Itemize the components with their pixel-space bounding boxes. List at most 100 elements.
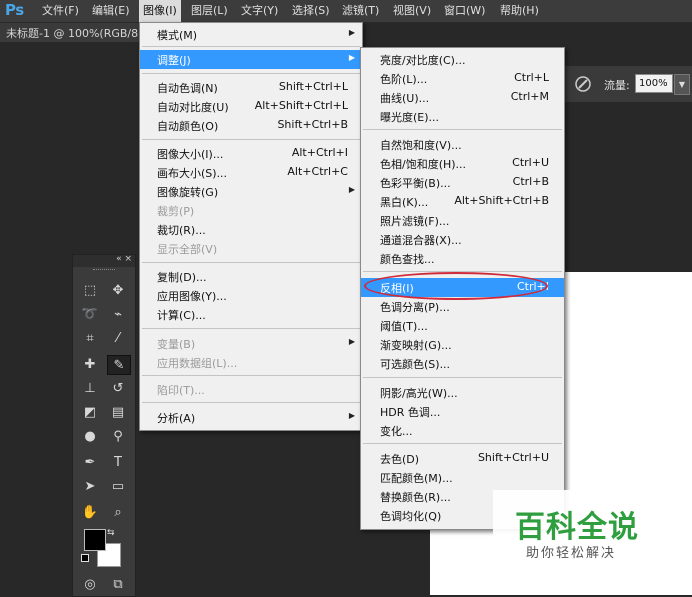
menu-type[interactable]: 文字(Y) [237, 0, 282, 22]
menu-item-threshold[interactable]: 阈值(T)... [361, 316, 564, 335]
menu-item-auto-color[interactable]: 自动颜色(O) Shift+Ctrl+B [140, 116, 362, 135]
submenu-arrow-icon: ▶ [348, 53, 355, 62]
menu-view[interactable]: 视图(V) [389, 0, 435, 22]
stamp-tool-icon[interactable]: ⊥ [79, 379, 101, 397]
menu-item-variations[interactable]: 变化... [361, 421, 564, 440]
menu-item-gradient-map[interactable]: 渐变映射(G)... [361, 335, 564, 354]
menu-item-channel-mixer[interactable]: 通道混合器(X)... [361, 230, 564, 249]
menu-item-vibrance[interactable]: 自然饱和度(V)... [361, 135, 564, 154]
menu-item-levels[interactable]: 色阶(L)... Ctrl+L [361, 69, 564, 88]
menu-separator [142, 375, 360, 376]
menu-image[interactable]: 图像(I) [139, 0, 181, 22]
menu-item-duplicate[interactable]: 复制(D)... [140, 267, 362, 286]
menu-separator [142, 402, 360, 403]
menu-separator [142, 139, 360, 140]
screen-mode-icon[interactable]: ⧉ [107, 575, 129, 593]
watermark-title: 百科全说 [515, 510, 639, 545]
menu-window[interactable]: 窗口(W) [440, 0, 489, 22]
menu-item-mode[interactable]: 模式(M) ▶ [140, 25, 362, 44]
dodge-tool-icon[interactable]: ⚲ [107, 427, 129, 445]
marquee-tool-icon[interactable]: ⬚ [79, 281, 101, 299]
menu-item-exposure[interactable]: 曝光度(E)... [361, 107, 564, 126]
menu-separator [363, 377, 562, 378]
swap-colors-icon[interactable]: ⇆ [107, 528, 115, 538]
quick-mask-icon[interactable]: ◎ [79, 575, 101, 593]
foreground-color-swatch[interactable] [84, 529, 106, 551]
submenu-arrow-icon: ▶ [348, 28, 355, 37]
document-tab-bar: 未标题-1 @ 100%(RGB/8) [0, 23, 142, 42]
menu-separator [142, 73, 360, 74]
type-tool-icon[interactable]: T [107, 453, 129, 471]
menu-filter[interactable]: 滤镜(T) [338, 0, 383, 22]
history-brush-tool-icon[interactable]: ↺ [107, 379, 129, 397]
menu-item-hue-saturation[interactable]: 色相/饱和度(H)... Ctrl+U [361, 154, 564, 173]
menu-item-match-color[interactable]: 匹配颜色(M)... [361, 468, 564, 487]
menu-item-apply-image[interactable]: 应用图像(Y)... [140, 286, 362, 305]
lasso-tool-icon[interactable]: ➰ [79, 305, 101, 323]
gradient-tool-icon[interactable]: ▤ [107, 403, 129, 421]
crop-tool-icon[interactable]: ⌗ [79, 329, 101, 347]
document-tab[interactable]: 未标题-1 @ 100%(RGB/8) [6, 25, 142, 41]
menu-item-shadows-highlights[interactable]: 阴影/高光(W)... [361, 383, 564, 402]
zoom-tool-icon[interactable]: ⌕ [107, 503, 129, 521]
submenu-arrow-icon: ▶ [348, 185, 355, 194]
menu-item-selective-color[interactable]: 可选颜色(S)... [361, 354, 564, 373]
blur-tool-icon[interactable]: ● [79, 427, 101, 445]
menu-item-color-balance[interactable]: 色彩平衡(B)... Ctrl+B [361, 173, 564, 192]
brush-tool-icon[interactable]: ✎ [107, 355, 131, 375]
menu-select[interactable]: 选择(S) [288, 0, 334, 22]
menu-item-auto-contrast[interactable]: 自动对比度(U) Alt+Shift+Ctrl+L [140, 97, 362, 116]
submenu-arrow-icon: ▶ [348, 411, 355, 420]
tools-panel-header[interactable]: « × [73, 254, 135, 267]
menu-separator [363, 443, 562, 444]
menu-item-photo-filter[interactable]: 照片滤镜(F)... [361, 211, 564, 230]
menu-item-trim[interactable]: 裁切(R)... [140, 220, 362, 239]
menu-separator [142, 328, 360, 329]
quick-select-tool-icon[interactable]: ⌁ [107, 305, 129, 323]
move-tool-icon[interactable]: ✥ [107, 281, 129, 299]
tools-panel: « × ⬚ ✥ ➰ ⌁ ⌗ ⁄ ✚ ✎ ⊥ ↺ ◩ ▤ ● ⚲ ✒ T ➤ ▭ … [72, 254, 136, 597]
menu-item-auto-tone[interactable]: 自动色调(N) Shift+Ctrl+L [140, 78, 362, 97]
menu-item-desaturate[interactable]: 去色(D) Shift+Ctrl+U [361, 449, 564, 468]
chevron-down-icon[interactable]: ▼ [674, 74, 690, 95]
close-icon[interactable]: × [124, 254, 132, 264]
menu-item-analysis[interactable]: 分析(A) ▶ [140, 408, 362, 427]
shape-tool-icon[interactable]: ▭ [107, 477, 129, 495]
menu-help[interactable]: 帮助(H) [496, 0, 543, 22]
healing-brush-tool-icon[interactable]: ✚ [79, 355, 101, 373]
menu-item-hdr-toning[interactable]: HDR 色调... [361, 402, 564, 421]
default-colors-icon[interactable] [81, 554, 89, 562]
flow-label: 流量: [604, 79, 630, 92]
menu-item-adjustments[interactable]: 调整(J) ▶ [140, 50, 362, 69]
watermark-subtitle: 助你轻松解决 [526, 546, 617, 561]
panel-collapse-icon[interactable]: « × [116, 254, 132, 264]
eraser-tool-icon[interactable]: ◩ [79, 403, 101, 421]
hand-tool-icon[interactable]: ✋ [79, 503, 101, 521]
flow-input[interactable]: 100% [635, 74, 673, 93]
menu-item-calculations[interactable]: 计算(C)... [140, 305, 362, 324]
menu-item-black-white[interactable]: 黑白(K)... Alt+Shift+Ctrl+B [361, 192, 564, 211]
options-bar: 流量: 100% ▼ [560, 66, 692, 102]
menu-separator [142, 262, 360, 263]
menu-item-color-lookup[interactable]: 颜色查找... [361, 249, 564, 268]
menu-item-image-size[interactable]: 图像大小(I)... Alt+Ctrl+I [140, 144, 362, 163]
eyedropper-tool-icon[interactable]: ⁄ [107, 329, 129, 347]
menu-item-crop: 裁剪(P) [157, 205, 195, 218]
menu-file[interactable]: 文件(F) [38, 0, 83, 22]
menu-item-curves[interactable]: 曲线(U)... Ctrl+M [361, 88, 564, 107]
menu-item-trap: 陷印(T)... [157, 384, 205, 397]
menu-item-canvas-size[interactable]: 画布大小(S)... Alt+Ctrl+C [140, 163, 362, 182]
path-select-tool-icon[interactable]: ➤ [79, 477, 101, 495]
menu-layer[interactable]: 图层(L) [187, 0, 232, 22]
airbrush-icon[interactable] [574, 75, 592, 93]
menu-item-image-rotation[interactable]: 图像旋转(G) ▶ [140, 182, 362, 201]
image-menu: 模式(M) ▶ 调整(J) ▶ 自动色调(N) Shift+Ctrl+L 自动对比度(… [139, 22, 363, 431]
menu-item-apply-data-set: 应用数据组(L)... [157, 357, 238, 370]
menu-item-variables: 变量(B) ▶ [157, 337, 355, 351]
panel-grip[interactable] [93, 269, 115, 272]
menu-edit[interactable]: 编辑(E) [88, 0, 134, 22]
pen-tool-icon[interactable]: ✒ [79, 453, 101, 471]
menu-item-brightness-contrast[interactable]: 亮度/对比度(C)... [361, 50, 564, 69]
photoshop-logo: Ps [5, 1, 24, 19]
watermark: 百科全说 助你轻松解决 [493, 490, 651, 568]
